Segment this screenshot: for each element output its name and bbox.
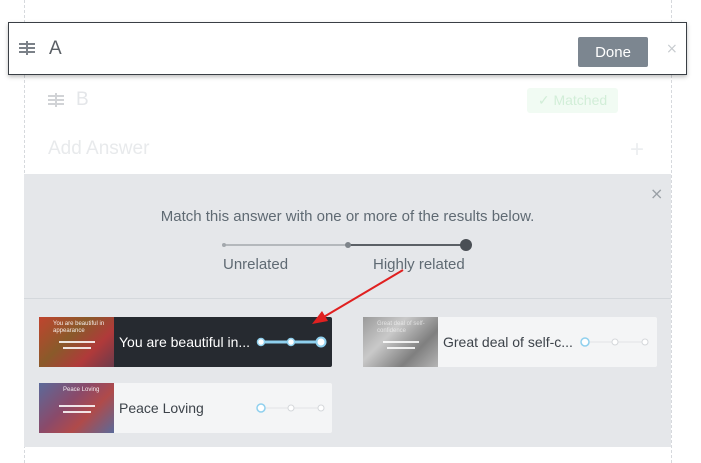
annotation-arrow <box>312 269 404 324</box>
question-editor: B ✓ Matched Add Answer + Done × × Match … <box>0 0 701 463</box>
